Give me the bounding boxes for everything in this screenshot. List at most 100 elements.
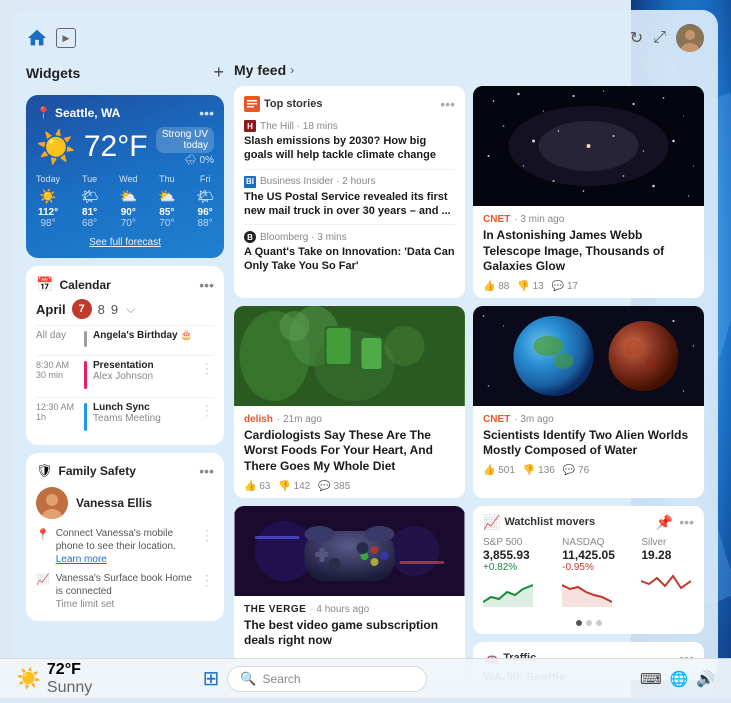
safety-items: 📍 Connect Vanessa's mobile phone to see … <box>36 527 214 611</box>
news-item-bi[interactable]: BI Business Insider · 2 hours The US Pos… <box>244 176 455 226</box>
item-source-bloomberg: B Bloomberg · 3 mins <box>244 231 455 243</box>
panel-header: ▶ ↻ ⤢ <box>26 24 704 52</box>
event-lunch: 12:30 AM 1h Lunch Sync Teams Meeting ⋮ <box>36 397 214 435</box>
forecast-wed: Wed ⛅ 90° 70° <box>119 174 137 229</box>
safety-item-location: 📍 Connect Vanessa's mobile phone to see … <box>36 527 214 566</box>
gaming-card[interactable]: THE VERGE · 4 hours ago The best video g… <box>234 506 465 680</box>
item-source-bi: BI Business Insider · 2 hours <box>244 176 455 188</box>
gaming-image <box>234 506 465 596</box>
planets-dislikes[interactable]: 👎 136 <box>523 465 555 476</box>
see-forecast-link[interactable]: See full forecast <box>36 237 214 248</box>
event-bar <box>84 331 87 347</box>
safety-avatar <box>36 487 68 519</box>
galaxy-source: CNET · 3 min ago <box>483 214 694 225</box>
galaxy-content: CNET · 3 min ago In Astonishing James We… <box>473 206 704 298</box>
video-icon[interactable]: ▶ <box>56 28 76 48</box>
user-avatar[interactable] <box>676 24 704 52</box>
food-card[interactable]: delish · 21m ago Cardiologists Say These… <box>234 306 465 498</box>
planets-source: CNET · 3m ago <box>483 414 694 425</box>
weather-forecast: Today ☀️ 112° 98° Tue 🌤 81° 68° Wed ⛅ <box>36 174 214 229</box>
safety-icon: 🛡 <box>36 463 53 479</box>
forecast-tue: Tue 🌤 81° 68° <box>81 174 99 229</box>
home-icon[interactable] <box>26 27 48 49</box>
forecast-thu: Thu ⛅ 85° 70° <box>158 174 175 229</box>
search-bar[interactable]: 🔍 Search <box>227 666 427 692</box>
start-button[interactable]: ⊞ <box>203 666 220 691</box>
taskbar-keyboard-icon[interactable]: ⌨ <box>640 670 662 688</box>
gaming-source: THE VERGE · 4 hours ago <box>244 604 455 615</box>
gaming-content: THE VERGE · 4 hours ago The best video g… <box>234 596 465 661</box>
food-image <box>234 306 465 406</box>
dislikes[interactable]: 👎 13 <box>517 281 543 292</box>
location-icon: 📍 <box>36 528 50 541</box>
family-safety-widget: 🛡 Family Safety ••• Vanessa Ellis <box>26 453 224 621</box>
safety-item-device: 📈 Vanessa's Surface book Home is connect… <box>36 572 214 611</box>
food-dislikes[interactable]: 👎 142 <box>278 481 310 492</box>
learn-more-link[interactable]: Learn more <box>56 554 107 565</box>
weather-menu[interactable]: ••• <box>199 105 214 121</box>
planets-likes[interactable]: 👍 501 <box>483 465 515 476</box>
weather-temperature: 72°F <box>84 130 148 164</box>
safety-user-name: Vanessa Ellis <box>76 496 152 510</box>
refresh-icon[interactable]: ↻ <box>630 28 643 48</box>
top-stories-icon <box>244 96 260 112</box>
planets-comments[interactable]: 💬 76 <box>563 465 589 476</box>
calendar-chevron[interactable]: ⌵ <box>126 302 135 317</box>
comments[interactable]: 💬 17 <box>552 281 578 292</box>
planets-actions: 👍 501 👎 136 💬 76 <box>483 465 694 476</box>
add-widget-button[interactable]: + <box>213 62 224 83</box>
header-right: ↻ ⤢ <box>630 24 704 52</box>
news-item-hill[interactable]: H The Hill · 18 mins Slash emissions by … <box>244 120 455 170</box>
food-content: delish · 21m ago Cardiologists Say These… <box>234 406 465 498</box>
weather-location-row: 📍 Seattle, WA ••• <box>36 105 214 121</box>
watchlist-pagination <box>483 620 694 626</box>
event-details: Angela's Birthday 🎂 <box>93 330 214 341</box>
precip-info: 🌧 0% <box>156 155 214 166</box>
top-stories-menu[interactable]: ••• <box>440 96 455 112</box>
silver-chart <box>641 566 691 596</box>
feed-header: My feed › <box>234 62 704 78</box>
next-day-2: 9 <box>111 302 118 317</box>
dot-3[interactable] <box>596 620 602 626</box>
dot-1[interactable] <box>576 620 582 626</box>
watchlist-menu[interactable]: ••• <box>679 514 694 530</box>
news-item-bloomberg[interactable]: B Bloomberg · 3 mins A Quant's Take on I… <box>244 231 455 280</box>
weather-uv-info: Strong UV today 🌧 0% <box>156 127 214 166</box>
forecast-today: Today ☀️ 112° 98° <box>36 174 60 229</box>
feed-chevron[interactable]: › <box>290 63 294 77</box>
top-stories-card: Top stories ••• H The Hill · 18 mins Sla… <box>234 86 465 298</box>
bi-icon: BI <box>244 176 256 188</box>
feed-column: My feed › <box>234 62 704 668</box>
calendar-icon: 📅 <box>36 276 53 293</box>
expand-icon[interactable]: ⤢ <box>653 29 666 47</box>
weather-widget: 📍 Seattle, WA ••• ☀️ 72°F Strong UV toda… <box>26 95 224 258</box>
taskbar-volume-icon[interactable]: 🔊 <box>696 670 715 688</box>
stock-silver: Silver 19.28 <box>641 537 694 612</box>
taskbar-network-icon[interactable]: 🌐 <box>670 670 689 688</box>
likes[interactable]: 👍 88 <box>483 281 509 292</box>
header-icons: ▶ <box>26 27 76 49</box>
event-details-presentation: Presentation Alex Johnson <box>93 360 194 382</box>
planets-card[interactable]: CNET · 3m ago Scientists Identify Two Al… <box>473 306 704 498</box>
galaxy-actions: 👍 88 👎 13 💬 17 <box>483 281 694 292</box>
calendar-menu[interactable]: ••• <box>199 277 214 293</box>
sp500-chart <box>483 577 533 607</box>
safety-header: 🛡 Family Safety ••• <box>36 463 214 479</box>
pin-icon[interactable]: 📌 <box>656 514 673 531</box>
forecast-fri: Fri 🌤 96° 88° <box>196 174 214 229</box>
current-day-badge: 7 <box>72 299 92 319</box>
stock-grid: S&P 500 3,855.93 +0.82% NASDAQ 11, <box>483 537 694 612</box>
galaxy-card[interactable]: CNET · 3 min ago In Astonishing James We… <box>473 86 704 298</box>
next-days: 8 <box>98 302 105 317</box>
food-comments[interactable]: 💬 385 <box>318 481 350 492</box>
widgets-header: Widgets + <box>26 62 224 83</box>
dot-2[interactable] <box>586 620 592 626</box>
taskbar: ☀️ 72°F Sunny ⊞ 🔍 Search ⌨ 🌐 🔊 <box>0 658 731 698</box>
hill-icon: H <box>244 120 256 132</box>
location-icon: 📍 <box>36 106 51 120</box>
weather-location-name: 📍 Seattle, WA <box>36 106 120 120</box>
bloomberg-icon: B <box>244 231 256 243</box>
safety-menu[interactable]: ••• <box>199 463 214 479</box>
food-likes[interactable]: 👍 63 <box>244 481 270 492</box>
event-presentation: 8:30 AM 30 min Presentation Alex Johnson… <box>36 355 214 393</box>
